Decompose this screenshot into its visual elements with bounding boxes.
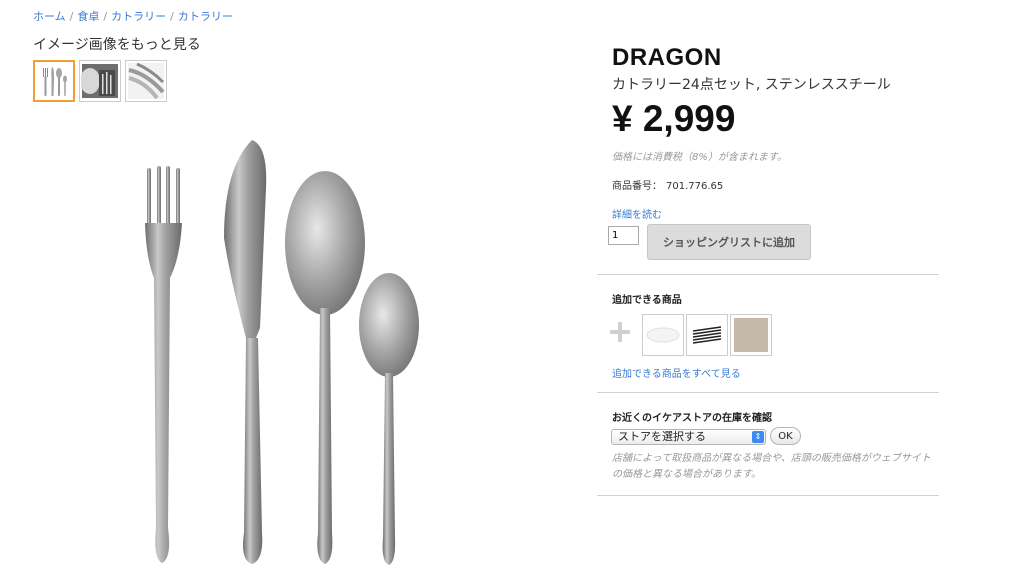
breadcrumb-separator: /: [103, 10, 108, 23]
store-select-dropdown[interactable]: ストアを選択する ⇕: [611, 429, 766, 445]
accessories-title: 追加できる商品: [612, 295, 682, 306]
product-info: DRAGON カトラリー24点セット, ステンレススチール ¥ 2,999 価格…: [612, 44, 942, 192]
more-images-label: イメージ画像をもっと見る: [33, 37, 201, 53]
read-details-link[interactable]: 詳細を読む: [612, 206, 662, 221]
fork-image: [145, 166, 182, 563]
placemat-icon: [734, 318, 768, 352]
knife-image: [224, 140, 267, 564]
cutlery-set-thumb-icon: [43, 67, 67, 96]
teaspoon-image: [359, 273, 419, 565]
chevron-updown-icon: ⇕: [752, 431, 764, 443]
store-select-value: ストアを選択する: [618, 430, 706, 443]
article-number: 701.776.65: [666, 181, 724, 192]
article-number-label: 商品番号：: [612, 181, 662, 192]
cutlery-tray-icon: [692, 326, 722, 344]
see-all-accessories-link[interactable]: 追加できる商品をすべて見る: [612, 365, 741, 380]
plus-icon: [610, 322, 630, 342]
breadcrumb-separator: /: [69, 10, 74, 23]
breadcrumb-cutlery-current[interactable]: カトラリー: [178, 10, 233, 23]
thumbnail-cutlery-boxed[interactable]: [79, 60, 121, 102]
cutlery-closeup-thumb-icon: [128, 62, 165, 100]
product-main-image: [145, 140, 419, 565]
accessory-plate[interactable]: [642, 314, 684, 356]
divider: [597, 274, 939, 275]
thumbnail-strip: [33, 60, 167, 102]
breadcrumb-cutlery[interactable]: カトラリー: [111, 10, 166, 23]
breadcrumb-separator: /: [170, 10, 174, 23]
divider: [597, 495, 939, 496]
cutlery-boxed-thumb-icon: [81, 64, 118, 98]
article-number-row: 商品番号： 701.776.65: [612, 177, 942, 192]
ok-button[interactable]: OK: [770, 427, 801, 445]
product-description: カトラリー24点セット, ステンレススチール: [612, 77, 891, 93]
divider: [597, 392, 939, 393]
add-to-shopping-list-button[interactable]: ショッピングリストに追加: [647, 224, 811, 260]
white-plate-icon: [646, 327, 680, 343]
thumbnail-cutlery-closeup[interactable]: [125, 60, 167, 102]
accessory-cutlery-tray[interactable]: [686, 314, 728, 356]
store-check-title: お近くのイケアストアの在庫を確認: [612, 413, 772, 424]
breadcrumb: ホーム / 食卓 / カトラリー / カトラリー: [33, 8, 233, 24]
product-price: ¥ 2,999: [612, 98, 736, 139]
breadcrumb-home[interactable]: ホーム: [33, 10, 66, 23]
tablespoon-image: [285, 171, 365, 564]
tax-note: 価格には消費税（8%）が含まれます。: [612, 152, 787, 163]
product-name: DRAGON: [612, 44, 722, 71]
quantity-input[interactable]: [608, 226, 639, 245]
store-availability-note: 店舗によって取扱商品が異なる場合や、店頭の販売価格がウェブサイトの価格と異なる場…: [612, 453, 931, 480]
breadcrumb-dining[interactable]: 食卓: [77, 10, 99, 23]
accessory-placemat[interactable]: [730, 314, 772, 356]
thumbnail-cutlery-set[interactable]: [33, 60, 75, 102]
